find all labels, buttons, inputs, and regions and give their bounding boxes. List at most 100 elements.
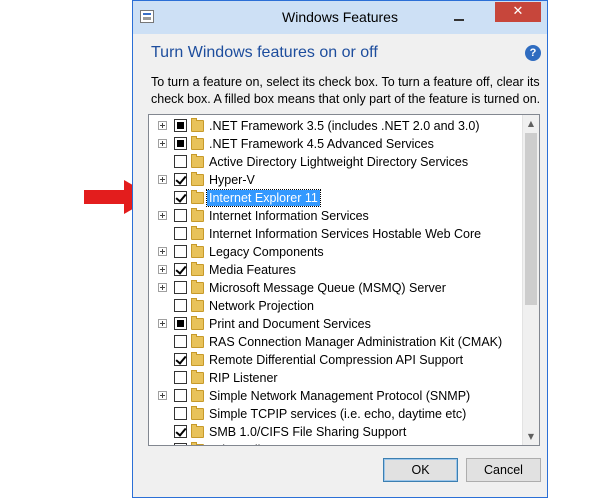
folder-icon bbox=[191, 244, 204, 258]
feature-label[interactable]: Remote Differential Compression API Supp… bbox=[207, 352, 465, 368]
windows-features-dialog: Windows Features ✕ Turn Windows features… bbox=[132, 0, 548, 498]
feature-label[interactable]: Active Directory Lightweight Directory S… bbox=[207, 154, 470, 170]
feature-label[interactable]: Simple Network Management Protocol (SNMP… bbox=[207, 388, 472, 404]
scroll-down-arrow-icon[interactable]: ▼ bbox=[523, 428, 539, 445]
feature-row[interactable]: Internet Explorer 11 bbox=[149, 189, 519, 207]
minimize-button[interactable] bbox=[445, 7, 473, 27]
folder-icon bbox=[191, 388, 204, 402]
folder-icon bbox=[191, 280, 204, 294]
feature-checkbox[interactable] bbox=[174, 137, 187, 150]
folder-icon bbox=[191, 370, 204, 384]
instructions-text: To turn a feature on, select its check b… bbox=[151, 75, 541, 106]
feature-label[interactable]: Telnet Client bbox=[207, 442, 280, 445]
feature-row[interactable]: Simple Network Management Protocol (SNMP… bbox=[149, 387, 519, 405]
features-tree[interactable]: .NET Framework 3.5 (includes .NET 2.0 an… bbox=[148, 114, 540, 446]
plus-expander-icon[interactable] bbox=[158, 391, 167, 400]
feature-row[interactable]: RAS Connection Manager Administration Ki… bbox=[149, 333, 519, 351]
plus-expander-icon[interactable] bbox=[158, 211, 167, 220]
feature-checkbox[interactable] bbox=[174, 371, 187, 384]
feature-label[interactable]: .NET Framework 4.5 Advanced Services bbox=[207, 136, 436, 152]
feature-checkbox[interactable] bbox=[174, 317, 187, 330]
folder-icon bbox=[191, 154, 204, 168]
feature-label[interactable]: Legacy Components bbox=[207, 244, 326, 260]
folder-icon bbox=[191, 226, 204, 240]
scrollbar-thumb[interactable] bbox=[525, 133, 537, 305]
feature-row[interactable]: RIP Listener bbox=[149, 369, 519, 387]
folder-icon bbox=[191, 334, 204, 348]
feature-row[interactable]: Remote Differential Compression API Supp… bbox=[149, 351, 519, 369]
feature-row[interactable]: Internet Information Services Hostable W… bbox=[149, 225, 519, 243]
feature-row[interactable]: Simple TCPIP services (i.e. echo, daytim… bbox=[149, 405, 519, 423]
ok-button[interactable]: OK bbox=[383, 458, 458, 482]
feature-row[interactable]: Network Projection bbox=[149, 297, 519, 315]
window-title: Windows Features bbox=[282, 9, 398, 25]
feature-checkbox[interactable] bbox=[174, 173, 187, 186]
feature-row[interactable]: .NET Framework 3.5 (includes .NET 2.0 an… bbox=[149, 117, 519, 135]
feature-row[interactable]: Active Directory Lightweight Directory S… bbox=[149, 153, 519, 171]
plus-expander-icon[interactable] bbox=[158, 265, 167, 274]
help-icon[interactable]: ? bbox=[525, 45, 541, 61]
feature-label[interactable]: Network Projection bbox=[207, 298, 316, 314]
cancel-button[interactable]: Cancel bbox=[466, 458, 541, 482]
folder-icon bbox=[191, 190, 204, 204]
folder-icon bbox=[191, 118, 204, 132]
feature-label[interactable]: .NET Framework 3.5 (includes .NET 2.0 an… bbox=[207, 118, 481, 134]
plus-expander-icon[interactable] bbox=[158, 121, 167, 130]
feature-checkbox[interactable] bbox=[174, 335, 187, 348]
feature-row[interactable]: SMB 1.0/CIFS File Sharing Support bbox=[149, 423, 519, 441]
plus-expander-icon[interactable] bbox=[158, 319, 167, 328]
feature-label[interactable]: SMB 1.0/CIFS File Sharing Support bbox=[207, 424, 408, 440]
feature-row[interactable]: Print and Document Services bbox=[149, 315, 519, 333]
folder-icon bbox=[191, 352, 204, 366]
feature-label[interactable]: RAS Connection Manager Administration Ki… bbox=[207, 334, 504, 350]
feature-checkbox[interactable] bbox=[174, 227, 187, 240]
feature-row[interactable]: Legacy Components bbox=[149, 243, 519, 261]
dialog-content: Turn Windows features on or off ? To tur… bbox=[133, 34, 547, 497]
plus-expander-icon[interactable] bbox=[158, 247, 167, 256]
feature-checkbox[interactable] bbox=[174, 443, 187, 445]
feature-row[interactable]: Hyper-V bbox=[149, 171, 519, 189]
feature-label[interactable]: RIP Listener bbox=[207, 370, 280, 386]
feature-label[interactable]: Microsoft Message Queue (MSMQ) Server bbox=[207, 280, 448, 296]
feature-checkbox[interactable] bbox=[174, 209, 187, 222]
feature-checkbox[interactable] bbox=[174, 425, 187, 438]
feature-label[interactable]: Hyper-V bbox=[207, 172, 257, 188]
folder-icon bbox=[191, 208, 204, 222]
page-title: Turn Windows features on or off bbox=[151, 44, 378, 61]
feature-checkbox[interactable] bbox=[174, 389, 187, 402]
folder-icon bbox=[191, 316, 204, 330]
feature-row[interactable]: Telnet Client bbox=[149, 441, 519, 445]
folder-icon bbox=[191, 262, 204, 276]
feature-label[interactable]: Media Features bbox=[207, 262, 298, 278]
folder-icon bbox=[191, 136, 204, 150]
feature-checkbox[interactable] bbox=[174, 119, 187, 132]
feature-label[interactable]: Simple TCPIP services (i.e. echo, daytim… bbox=[207, 406, 468, 422]
feature-label[interactable]: Internet Explorer 11 bbox=[206, 189, 321, 207]
folder-icon bbox=[191, 298, 204, 312]
feature-checkbox[interactable] bbox=[174, 281, 187, 294]
plus-expander-icon[interactable] bbox=[158, 283, 167, 292]
vertical-scrollbar[interactable]: ▲ ▼ bbox=[522, 115, 539, 445]
plus-expander-icon[interactable] bbox=[158, 139, 167, 148]
feature-label[interactable]: Internet Information Services bbox=[207, 208, 371, 224]
feature-checkbox[interactable] bbox=[174, 155, 187, 168]
feature-row[interactable]: .NET Framework 4.5 Advanced Services bbox=[149, 135, 519, 153]
close-button[interactable]: ✕ bbox=[495, 2, 541, 22]
feature-checkbox[interactable] bbox=[174, 407, 187, 420]
feature-row[interactable]: Media Features bbox=[149, 261, 519, 279]
folder-icon bbox=[191, 172, 204, 186]
feature-label[interactable]: Print and Document Services bbox=[207, 316, 373, 332]
feature-label[interactable]: Internet Information Services Hostable W… bbox=[207, 226, 483, 242]
feature-checkbox[interactable] bbox=[174, 191, 187, 204]
title-bar[interactable]: Windows Features ✕ bbox=[133, 1, 547, 34]
feature-checkbox[interactable] bbox=[174, 263, 187, 276]
scroll-up-arrow-icon[interactable]: ▲ bbox=[523, 115, 539, 132]
feature-checkbox[interactable] bbox=[174, 353, 187, 366]
feature-checkbox[interactable] bbox=[174, 299, 187, 312]
feature-row[interactable]: Microsoft Message Queue (MSMQ) Server bbox=[149, 279, 519, 297]
plus-expander-icon[interactable] bbox=[158, 175, 167, 184]
folder-icon bbox=[191, 406, 204, 420]
folder-icon bbox=[191, 442, 204, 445]
feature-row[interactable]: Internet Information Services bbox=[149, 207, 519, 225]
feature-checkbox[interactable] bbox=[174, 245, 187, 258]
